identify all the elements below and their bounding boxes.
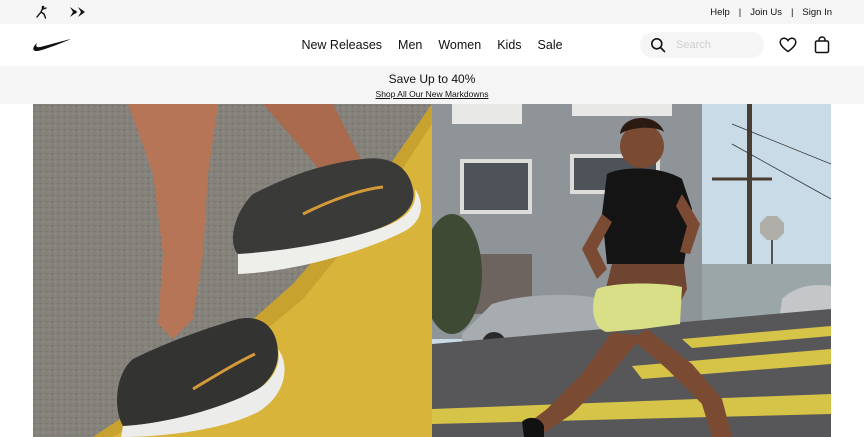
- help-link[interactable]: Help: [710, 7, 730, 18]
- divider: |: [738, 6, 742, 18]
- nav-new-releases[interactable]: New Releases: [301, 38, 382, 52]
- converse-star-chevron-icon[interactable]: [68, 2, 88, 22]
- bag-icon[interactable]: [812, 35, 832, 55]
- promo-headline: Save Up to 40%: [388, 71, 476, 86]
- brand-links: [32, 2, 88, 22]
- hero: [33, 104, 831, 437]
- nav-kids[interactable]: Kids: [497, 38, 521, 52]
- divider: |: [790, 6, 794, 18]
- promo-link[interactable]: Shop All Our New Markdowns: [376, 89, 489, 99]
- nav-sale[interactable]: Sale: [538, 38, 563, 52]
- heart-icon[interactable]: [778, 35, 798, 55]
- nike-swoosh-icon[interactable]: [32, 37, 76, 53]
- search-input[interactable]: [676, 39, 756, 51]
- nav-women[interactable]: Women: [438, 38, 481, 52]
- search-icon[interactable]: [648, 35, 668, 55]
- nav-actions: [640, 32, 832, 58]
- join-us-link[interactable]: Join Us: [750, 7, 782, 18]
- jordan-jumpman-icon[interactable]: [32, 2, 52, 22]
- primary-menu: New Releases Men Women Kids Sale: [301, 38, 562, 52]
- running-shoes-on-yellow-curb-photo[interactable]: [33, 104, 432, 437]
- woman-running-city-street-photo[interactable]: [432, 104, 831, 437]
- main-nav: New Releases Men Women Kids Sale: [0, 24, 864, 66]
- promo-banner: Save Up to 40% Shop All Our New Markdown…: [0, 66, 864, 104]
- search-box[interactable]: [640, 32, 764, 58]
- sign-in-link[interactable]: Sign In: [802, 7, 832, 18]
- utility-links: Help | Join Us | Sign In: [710, 7, 832, 18]
- nav-men[interactable]: Men: [398, 38, 422, 52]
- utility-bar: Help | Join Us | Sign In: [0, 0, 864, 24]
